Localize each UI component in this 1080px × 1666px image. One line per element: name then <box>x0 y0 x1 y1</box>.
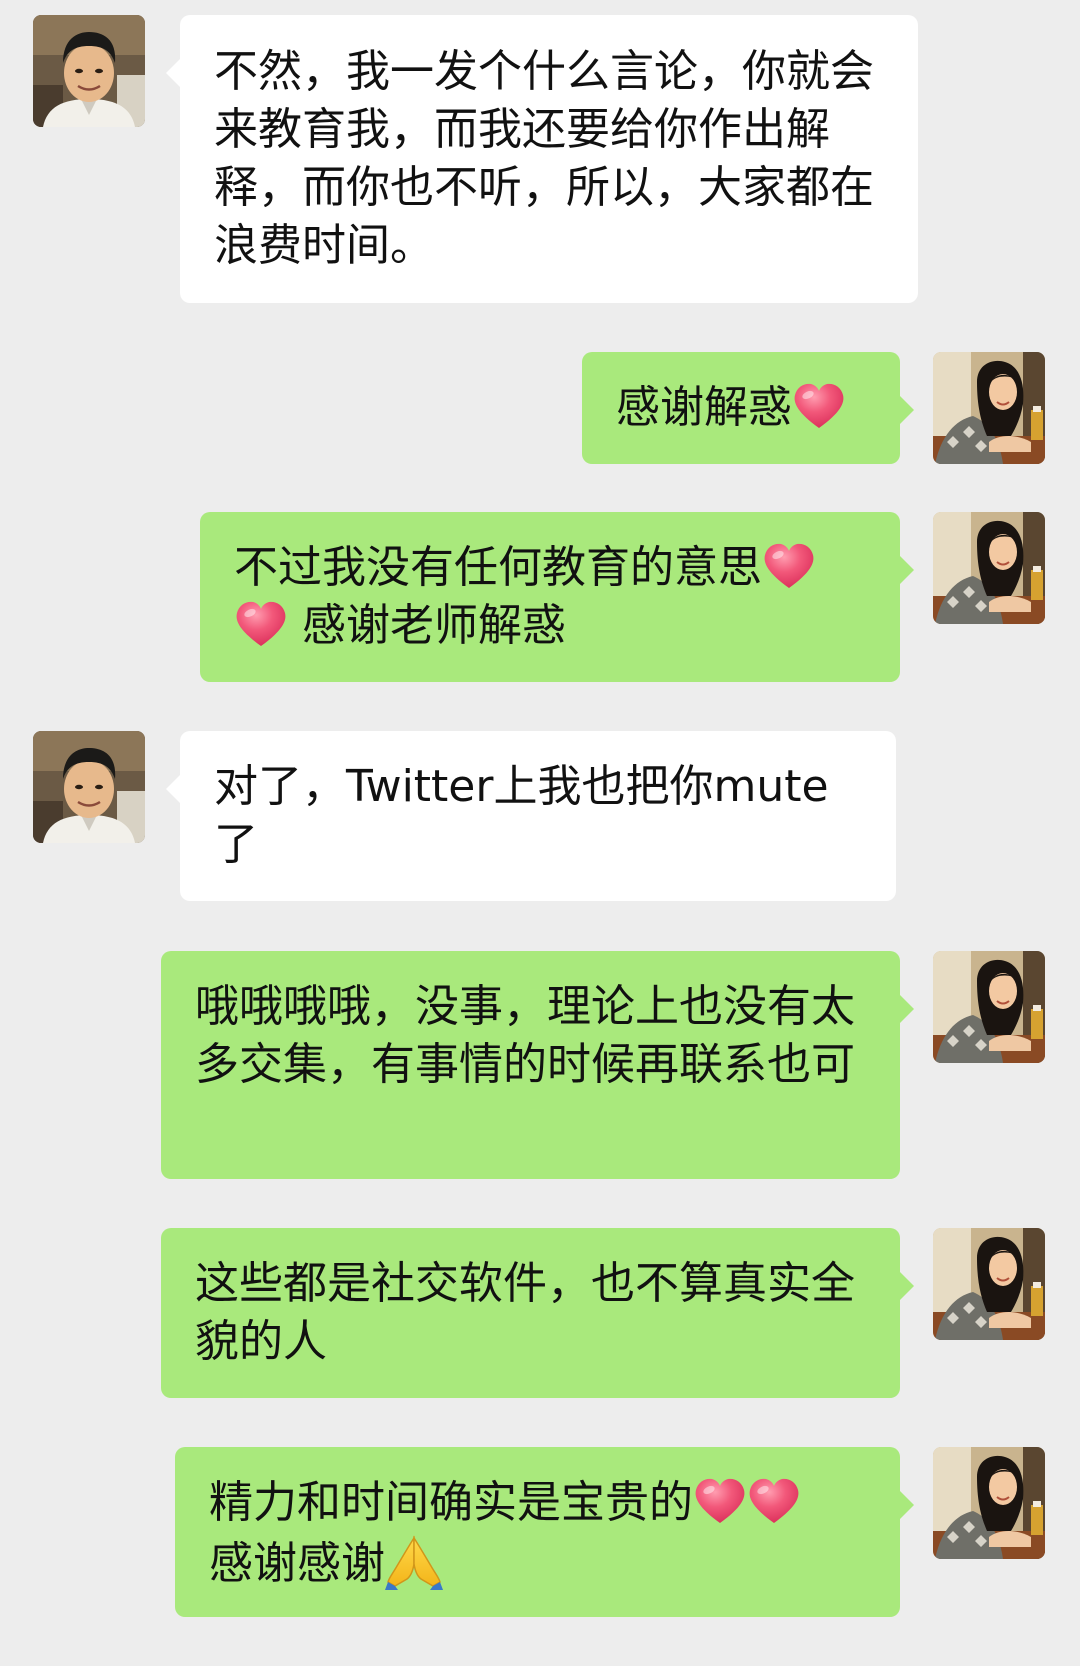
avatar-woman-icon <box>933 1228 1045 1340</box>
outgoing-message-bubble[interactable]: 不过我没有任何教育的意思 感谢老师解惑 <box>200 512 914 682</box>
heart-icon <box>792 382 846 430</box>
message-text: 感谢老师解惑 <box>302 600 566 651</box>
my-avatar[interactable] <box>933 1228 1045 1340</box>
heart-icon <box>747 1477 801 1525</box>
my-avatar[interactable] <box>933 352 1045 464</box>
avatar-man-icon <box>33 15 145 127</box>
outgoing-message-bubble[interactable]: 哦哦哦哦，没事，理论上也没有太多交集，有事情的时候再联系也可 <box>161 951 914 1179</box>
message-text: 哦哦哦哦，没事，理论上也没有太多交集，有事情的时候再联系也可 <box>195 981 855 1090</box>
my-avatar[interactable] <box>933 1447 1045 1559</box>
incoming-message-bubble[interactable]: 不然，我一发个什么言论，你就会来教育我，而我还要给你作出解释，而你也不听，所以，… <box>166 15 918 303</box>
chat-message-list[interactable]: 不然，我一发个什么言论，你就会来教育我，而我还要给你作出解释，而你也不听，所以，… <box>0 0 1080 1666</box>
contact-avatar[interactable] <box>33 731 145 843</box>
contact-avatar[interactable] <box>33 15 145 127</box>
incoming-message-bubble[interactable]: 对了，Twitter上我也把你mute了 <box>166 731 896 901</box>
message-text: 感谢解惑 <box>616 382 792 433</box>
avatar-woman-icon <box>933 352 1045 464</box>
folded-hands-icon <box>385 1532 443 1590</box>
heart-icon <box>234 600 288 648</box>
message-text: 精力和时间确实是宝贵的 <box>209 1477 693 1528</box>
my-avatar[interactable] <box>933 951 1045 1063</box>
heart-icon <box>762 542 816 590</box>
message-text: 这些都是社交软件，也不算真实全貌的人 <box>195 1258 855 1367</box>
avatar-man-icon <box>33 731 145 843</box>
avatar-woman-icon <box>933 951 1045 1063</box>
message-text: 对了，Twitter上我也把你mute了 <box>214 761 829 870</box>
outgoing-message-bubble[interactable]: 感谢解惑 <box>582 352 914 464</box>
message-text: 感谢感谢 <box>209 1538 385 1589</box>
avatar-woman-icon <box>933 512 1045 624</box>
message-text: 不过我没有任何教育的意思 <box>234 542 762 593</box>
avatar-woman-icon <box>933 1447 1045 1559</box>
outgoing-message-bubble[interactable]: 这些都是社交软件，也不算真实全貌的人 <box>161 1228 914 1398</box>
message-text: 不然，我一发个什么言论，你就会来教育我，而我还要给你作出解释，而你也不听，所以，… <box>214 46 874 271</box>
my-avatar[interactable] <box>933 512 1045 624</box>
heart-icon <box>693 1477 747 1525</box>
outgoing-message-bubble[interactable]: 精力和时间确实是宝贵的 感谢感谢 <box>175 1447 914 1617</box>
